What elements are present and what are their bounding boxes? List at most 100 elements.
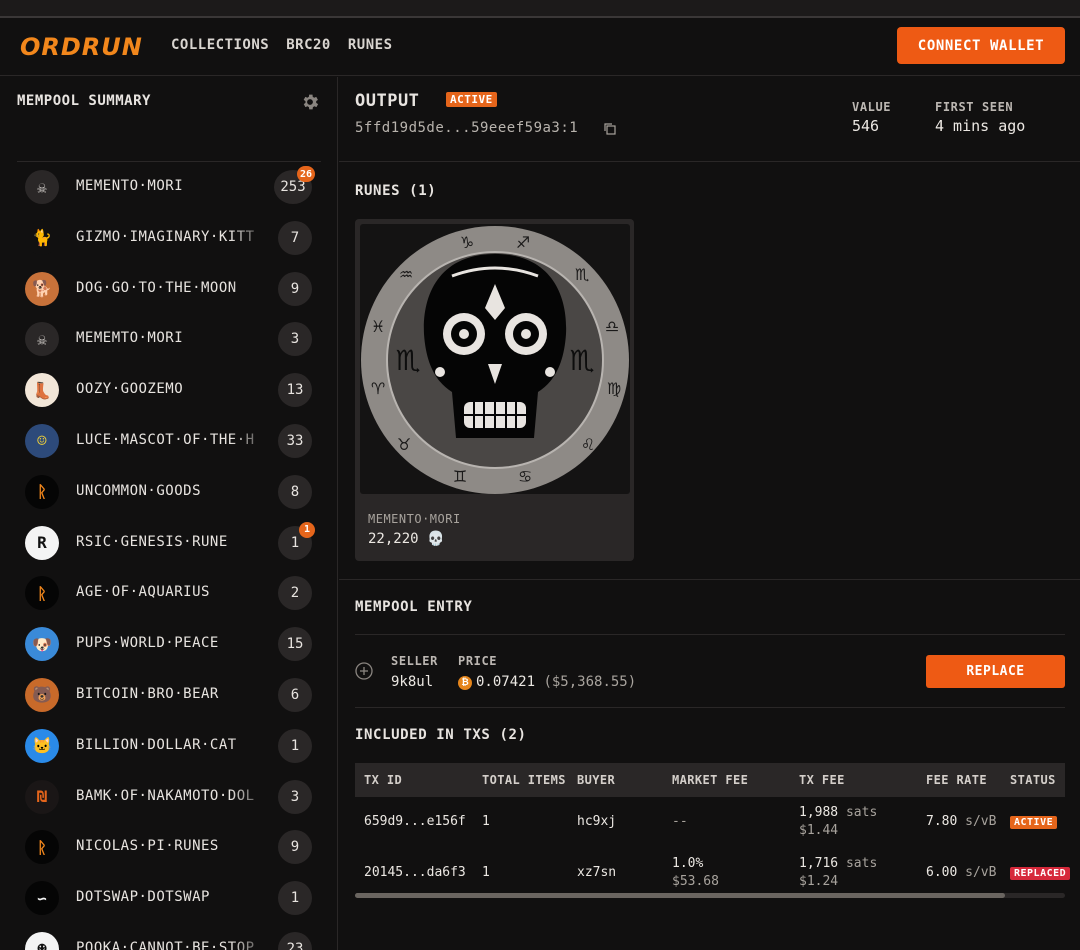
rune-card[interactable]: ♑ ♐ ♏ ♎ ♍ ♌ ♋ ♊ ♉ ♈ ♓ ♒ ♏ ♏ MEMENTO·MORI… — [355, 219, 634, 561]
column-header: TX FEE — [799, 773, 845, 787]
status-badge: ACTIVE — [1010, 816, 1058, 829]
fee-rate-unit: s/vB — [965, 814, 997, 829]
item-count: 7 — [278, 220, 312, 255]
rune-card-amount: 22,220 💀 — [368, 531, 445, 547]
item-count: 11 — [278, 521, 315, 560]
rune-icon: ᚱ — [25, 576, 59, 611]
item-count-value: 2 — [290, 585, 300, 602]
sidebar-item[interactable]: ☠ MEMEMTO·MORI 3 — [0, 313, 337, 364]
nav-collections[interactable]: COLLECTIONS — [171, 37, 269, 53]
tx-id[interactable]: 659d9...e156f — [364, 814, 466, 829]
new-count-badge: 26 — [296, 166, 315, 182]
item-count-value: 9 — [290, 839, 300, 856]
item-count-value: 1 — [290, 890, 300, 907]
main-nav: COLLECTIONS BRC20 RUNES — [171, 37, 393, 53]
sidebar-item[interactable]: ₪ BAMK·OF·NAKAMOTO·DOL 3 — [0, 771, 337, 822]
scrollbar-thumb[interactable] — [355, 893, 1005, 898]
sidebar-item[interactable]: 🐱 BILLION·DOLLAR·CAT 1 — [0, 720, 337, 771]
item-count-value: 3 — [290, 788, 300, 805]
sidebar-item[interactable]: ∽ DOTSWAP·DOTSWAP 1 — [0, 872, 337, 923]
status-badge: REPLACED — [1010, 867, 1071, 880]
sidebar-item[interactable]: 🐕 DOG·GO·TO·THE·MOON 9 — [0, 263, 337, 314]
first-seen-value: 4 mins ago — [935, 117, 1026, 135]
tx-fee-sats: 1,716 — [799, 856, 839, 871]
connect-wallet-button[interactable]: CONNECT WALLET — [897, 27, 1065, 64]
item-count-value: 9 — [290, 280, 300, 297]
sidebar-item[interactable]: ᚱ UNCOMMON·GOODS 8 — [0, 466, 337, 517]
rune-icon: ᚱ — [25, 474, 59, 509]
tx-buyer[interactable]: xz7sn — [577, 865, 616, 880]
sidebar-item[interactable]: 🐻 BITCOIN·BRO·BEAR 6 — [0, 669, 337, 720]
svg-text:♋: ♋ — [518, 467, 532, 486]
tx-fee: 1,988 sats — [799, 805, 877, 820]
tx-buyer[interactable]: hc9xj — [577, 814, 616, 829]
divider — [355, 634, 1065, 635]
svg-text:♍: ♍ — [607, 379, 621, 398]
sidebar-item[interactable]: 🐈 GIZMO·IMAGINARY·KITT 7 — [0, 212, 337, 263]
price-usd: ($5,368.55) — [543, 674, 637, 690]
expand-plus-icon[interactable] — [355, 662, 373, 680]
svg-text:♎: ♎ — [605, 317, 619, 336]
sidebar-item[interactable]: 👢 OOZY·GOOZEMO 13 — [0, 364, 337, 415]
tx-market-fee: -- — [672, 814, 688, 829]
nav-runes[interactable]: RUNES — [348, 37, 393, 53]
label-fade — [230, 528, 272, 555]
gear-icon[interactable] — [300, 92, 320, 112]
sidebar-item[interactable]: ᚱ AGE·OF·AQUARIUS 2 — [0, 567, 337, 618]
mascot-icon: ☺ — [25, 423, 59, 458]
boot-icon: 👢 — [25, 373, 59, 408]
item-count: 2 — [278, 576, 312, 611]
first-seen-label: FIRST SEEN — [935, 100, 1014, 114]
label-fade — [230, 173, 272, 199]
item-count: 15 — [278, 627, 312, 662]
column-header: FEE RATE — [926, 773, 987, 787]
browser-top-strip — [0, 0, 1080, 18]
copy-icon[interactable] — [604, 123, 616, 135]
new-count-badge: 1 — [299, 521, 315, 538]
rune-card-name: MEMENTO·MORI — [368, 512, 461, 526]
bamk-icon: ₪ — [25, 779, 59, 814]
sidebar-item[interactable]: ☺ LUCE·MASCOT·OF·THE·H 33 — [0, 415, 337, 466]
sidebar-item[interactable]: ᚱ NICOLAS·PI·RUNES 9 — [0, 821, 337, 872]
table-row[interactable]: 20145...da6f3 1 xz7sn 1.0% $53.68 1,716 … — [355, 848, 1071, 899]
sidebar-item[interactable]: ☻ POOKA·CANNOT·BE·STOP 23 — [0, 923, 337, 950]
item-count: 253 26 — [274, 166, 315, 204]
table-row[interactable]: 659d9...e156f 1 hc9xj -- 1,988 sats $1.4… — [355, 797, 1065, 848]
tx-fee-unit: sats — [845, 856, 878, 871]
item-count: 9 — [278, 830, 312, 865]
bitcoin-icon: ₿ — [458, 676, 472, 690]
table-horizontal-scrollbar[interactable] — [355, 893, 1065, 898]
sidebar-item[interactable]: R RSIC·GENESIS·RUNE 1 1 — [0, 517, 337, 568]
svg-text:♏: ♏ — [569, 344, 594, 377]
table-header: TX ID TOTAL ITEMS BUYER MARKET FEE TX FE… — [355, 763, 1065, 797]
svg-text:♌: ♌ — [581, 435, 595, 454]
label-fade — [230, 477, 272, 504]
nav-brc20[interactable]: BRC20 — [286, 37, 331, 53]
item-count-value: 1 — [290, 737, 300, 754]
item-count: 3 — [278, 779, 312, 814]
divider — [339, 161, 1080, 162]
label-fade — [230, 426, 272, 453]
svg-text:♉: ♉ — [397, 435, 411, 454]
pooka-icon: ☻ — [25, 931, 59, 950]
price-label: PRICE — [458, 654, 498, 668]
transactions-table: TX ID TOTAL ITEMS BUYER MARKET FEE TX FE… — [355, 763, 1071, 899]
output-detail: OUTPUT ACTIVE 5ffd19d5de...59eeef59a3:1 … — [339, 77, 1080, 950]
item-count-value: 23 — [286, 940, 304, 950]
cat-icon: 🐱 — [25, 728, 59, 763]
output-status-badge: ACTIVE — [446, 92, 497, 107]
item-count-value: 7 — [290, 229, 300, 246]
sidebar-item[interactable]: 🐶 PUPS·WORLD·PEACE 15 — [0, 618, 337, 669]
ordrun-logo[interactable]: ORDRUN — [20, 33, 143, 61]
mempool-entry-title: MEMPOOL ENTRY — [355, 599, 473, 615]
item-count-value: 33 — [286, 432, 304, 449]
tx-fee-usd: $1.44 — [799, 823, 839, 838]
tx-id[interactable]: 20145...da6f3 — [364, 865, 466, 880]
pups-icon: 🐶 — [25, 627, 59, 662]
sidebar-item[interactable]: ☠ MEMENTO·MORI 253 26 — [0, 161, 337, 212]
item-count: 33 — [278, 423, 312, 458]
tx-fee-rate: 7.80 s/vB — [926, 814, 996, 829]
seller-value[interactable]: 9k8ul — [391, 674, 433, 690]
included-txs-title: INCLUDED IN TXS (2) — [355, 727, 527, 743]
replace-button[interactable]: REPLACE — [926, 655, 1065, 688]
